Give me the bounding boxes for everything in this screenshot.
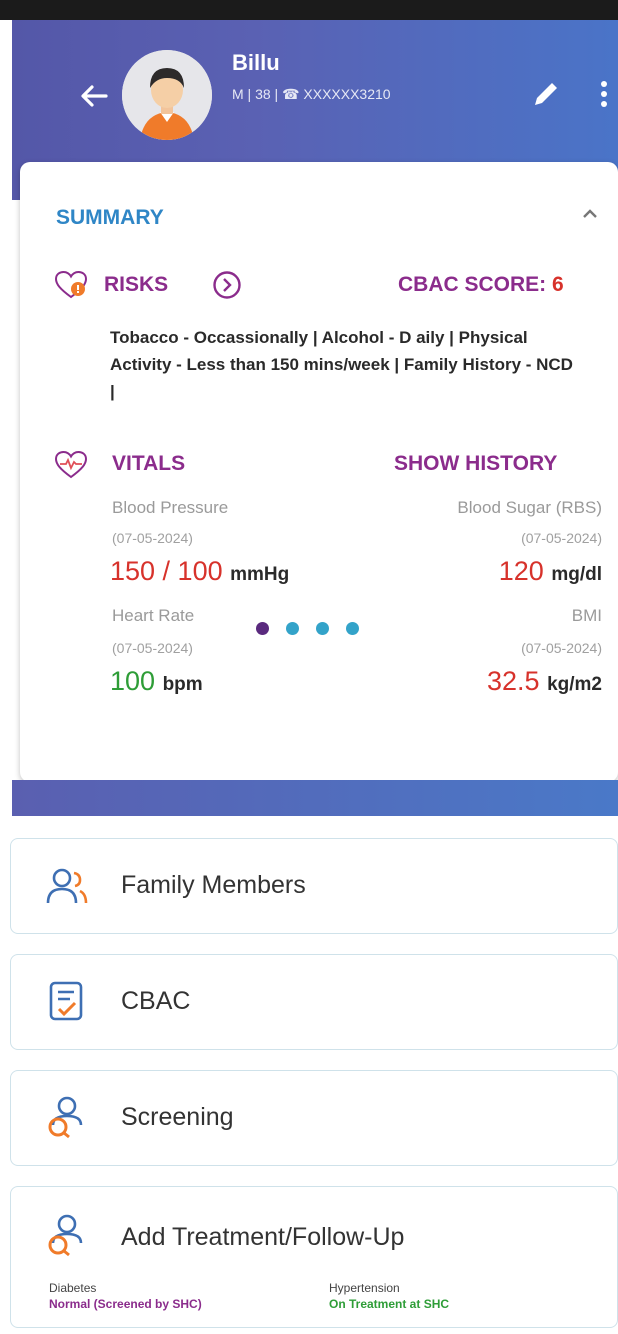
bp-date: (07-05-2024)	[112, 530, 193, 546]
more-vertical-icon[interactable]	[594, 78, 614, 110]
hr-number: 100	[110, 666, 156, 696]
bp-label: Blood Pressure	[112, 498, 229, 517]
vitals-heart-icon	[54, 450, 88, 480]
back-arrow-icon[interactable]	[78, 80, 110, 112]
avatar-icon[interactable]	[122, 50, 212, 140]
status-bar	[0, 0, 618, 20]
cbac-item[interactable]: CBAC	[10, 954, 618, 1050]
chevron-right-circle-icon[interactable]	[212, 270, 242, 300]
bp-value: 150 / 100 mmHg	[110, 556, 289, 587]
sugar-number: 120	[498, 556, 544, 586]
hr-unit: bpm	[162, 674, 203, 695]
pager-dot[interactable]	[316, 622, 329, 635]
bmi-value: 32.5 kg/m2	[380, 666, 602, 697]
header-band	[12, 780, 618, 816]
vitals-label: VITALS	[112, 452, 186, 475]
risk-factors-text: Tobacco - Occassionally | Alcohol - D ai…	[110, 328, 573, 401]
screening-item[interactable]: Screening	[10, 1070, 618, 1166]
family-icon	[45, 865, 89, 909]
cbac-score-value: 6	[552, 273, 564, 296]
add-treatment-item[interactable]: Add Treatment/Follow-Up Diabetes Normal …	[10, 1186, 618, 1328]
edit-pencil-icon[interactable]	[528, 76, 564, 112]
pager-dot[interactable]	[286, 622, 299, 635]
hr-label: Heart Rate	[112, 606, 195, 625]
diabetes-label: Diabetes	[49, 1281, 97, 1295]
bmi-label: BMI	[571, 606, 602, 625]
hr-value: 100 bpm	[110, 666, 203, 697]
sugar-unit: mg/dl	[551, 564, 602, 585]
clipboard-check-icon	[45, 979, 89, 1023]
patient-name: Billu	[232, 50, 280, 75]
patient-meta: M | 38 | ☎ XXXXXX3210	[232, 86, 391, 102]
sugar-label: Blood Sugar (RBS)	[457, 498, 602, 517]
family-members-item[interactable]: Family Members	[10, 838, 618, 934]
chevron-up-icon[interactable]	[580, 204, 600, 224]
cbac-score: CBAC SCORE: 6	[398, 273, 564, 297]
risk-heart-icon	[54, 270, 88, 300]
pager-dot-active[interactable]	[256, 622, 269, 635]
bmi-date: (07-05-2024)	[521, 640, 602, 656]
bp-number: 150 / 100	[110, 556, 223, 586]
bmi-unit: kg/m2	[547, 674, 602, 695]
add-treatment-label: Add Treatment/Follow-Up	[121, 1223, 405, 1251]
risks-label: RISKS	[104, 273, 169, 296]
summary-title: SUMMARY	[56, 206, 164, 229]
hr-date: (07-05-2024)	[112, 640, 193, 656]
hypertension-status: On Treatment at SHC	[329, 1297, 450, 1311]
bp-unit: mmHg	[230, 564, 290, 585]
vitals-pager[interactable]	[238, 622, 378, 636]
sugar-value: 120 mg/dl	[380, 556, 602, 587]
treatment-icon	[45, 1213, 89, 1257]
hypertension-label: Hypertension	[329, 1281, 400, 1295]
screening-icon	[45, 1095, 89, 1139]
summary-card: SUMMARY RISKS CBAC SCORE: 6 Tobacco - Oc…	[20, 162, 618, 782]
family-members-label: Family Members	[121, 871, 306, 899]
bmi-number: 32.5	[487, 666, 540, 696]
show-history-link[interactable]: SHOW HISTORY	[394, 452, 557, 476]
sugar-date: (07-05-2024)	[521, 530, 602, 546]
screening-label: Screening	[121, 1103, 234, 1131]
cbac-label: CBAC	[121, 987, 191, 1015]
cbac-score-label: CBAC SCORE:	[398, 273, 553, 296]
pager-dot[interactable]	[346, 622, 359, 635]
diabetes-status: Normal (Screened by SHC)	[49, 1297, 202, 1311]
